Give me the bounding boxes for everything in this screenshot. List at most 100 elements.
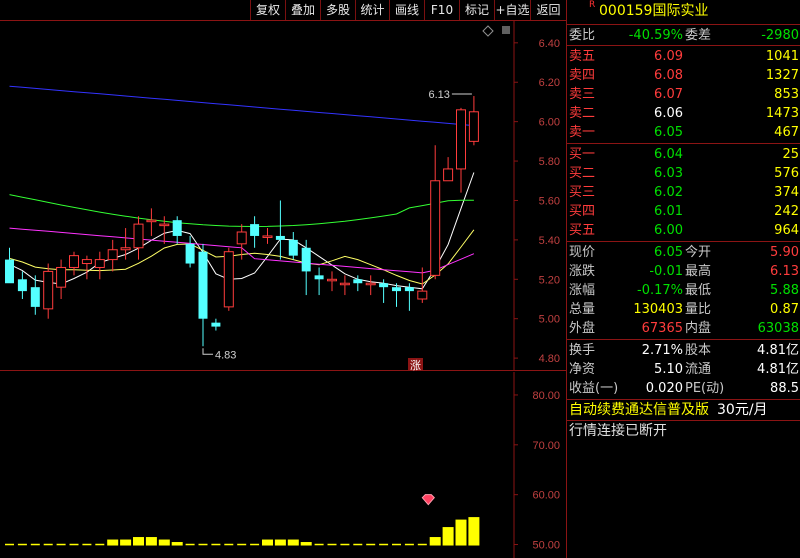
candle-body [392, 287, 401, 292]
toolbar-button-3[interactable]: 统计 [355, 0, 389, 20]
low-arrow [202, 348, 213, 355]
low-label: 4.83 [215, 349, 236, 361]
toolbar-button-1[interactable]: 叠加 [285, 0, 320, 20]
ratio-value: -40.59% [628, 28, 683, 43]
candle-body [339, 282, 350, 286]
candle [262, 228, 273, 244]
candle [288, 232, 298, 260]
candle [146, 208, 157, 236]
indicator-bar [120, 539, 132, 546]
order-ratio-row: 委比 -40.59% 委差 -2980 [567, 26, 800, 45]
candle-body [443, 168, 454, 182]
stat-label: 总量 [569, 302, 596, 317]
candle-body [107, 249, 118, 261]
toolbar-button-5[interactable]: F10 [424, 0, 459, 20]
toolbar-button-0[interactable]: 复权 [250, 0, 285, 20]
bid-row: 买四 6.01 242 [567, 202, 800, 221]
y-tick-label: 5.80 [539, 156, 560, 168]
stat-value: 5.88 [770, 283, 799, 298]
candle-body [314, 275, 324, 280]
toolbar-button-7[interactable]: +自选 [494, 0, 530, 20]
candle [223, 247, 234, 311]
signal-gem-icon [421, 494, 435, 506]
candle [211, 318, 221, 331]
ask-label: 卖一 [569, 125, 596, 140]
candle-body [223, 251, 234, 308]
bid-price: 6.00 [654, 223, 683, 238]
bid-label: 买三 [569, 185, 596, 200]
ask-row: 卖四 6.08 1327 [567, 66, 800, 85]
high-label: 6.13 [428, 89, 449, 101]
info-label: 收益(一) [569, 381, 619, 396]
indicator-bar [145, 537, 157, 546]
candle-body [69, 255, 79, 268]
stat-value: 6.13 [770, 264, 799, 279]
info-label: 流通 [685, 362, 712, 377]
candle [430, 145, 441, 280]
candle-body [327, 278, 337, 282]
ma-line-ma60 [9, 194, 474, 228]
stat-value: 130403 [633, 302, 683, 317]
indicator-bar [468, 517, 480, 546]
diff-label: 委差 [685, 28, 712, 43]
toolbar-button-8[interactable]: 返回 [530, 0, 566, 20]
candle-body [456, 109, 466, 170]
candle-body [5, 259, 14, 284]
ask-volume: 853 [774, 87, 799, 102]
indicator-bar [262, 539, 273, 546]
candle [56, 259, 67, 299]
candle [30, 275, 40, 315]
ask-volume: 1473 [765, 106, 799, 121]
ask-price: 6.09 [654, 49, 683, 64]
ask-label: 卖五 [569, 49, 596, 64]
candle [133, 216, 144, 260]
ask-label: 卖四 [569, 68, 596, 83]
bid-volume: 964 [774, 223, 799, 238]
limit-up-label: 涨 [410, 359, 421, 371]
diamond-icon [482, 25, 494, 37]
toolbar-button-2[interactable]: 多股 [320, 0, 355, 20]
candle [365, 275, 376, 296]
bid-price: 6.03 [654, 166, 683, 181]
bid-volume: 242 [774, 204, 799, 219]
candle-body [30, 287, 40, 307]
square-icon [502, 26, 510, 34]
candle-body [353, 279, 363, 284]
candle-body [468, 111, 479, 142]
candle [43, 263, 54, 319]
ask-row: 卖一 6.05 467 [567, 123, 800, 142]
bid-row: 买五 6.00 964 [567, 221, 800, 240]
candle [404, 283, 414, 311]
connection-status: 行情连接已断开 [569, 423, 667, 439]
candle-body [43, 270, 54, 310]
candle-body [120, 247, 131, 251]
stock-name: 国际实业 [652, 3, 709, 19]
divider [567, 339, 800, 340]
stat-row: 涨幅 -0.17% 最低 5.88 [567, 281, 800, 300]
info-row: 净资 5.10 流通 4.81亿 [567, 360, 800, 379]
candle-body [172, 220, 182, 236]
y-tick-label: 5.40 [539, 235, 560, 247]
bid-price: 6.04 [654, 147, 683, 162]
stat-value: 67365 [641, 321, 683, 336]
quote-panel: R 000159国际实业 委比 -40.59% 委差 -2980 卖五 6.09 1041 卖… [566, 0, 800, 558]
bid-row: 买一 6.04 25 [567, 145, 800, 164]
stat-value: 63038 [757, 321, 799, 336]
subscription-text: 自动续费通达信普及版 [569, 402, 709, 418]
bid-row: 买二 6.03 576 [567, 164, 800, 183]
y-tick-label: 6.00 [539, 117, 560, 129]
candle [339, 275, 350, 296]
toolbar-button-4[interactable]: 画线 [389, 0, 424, 20]
candle-body [430, 180, 441, 276]
indicator-bar [274, 539, 286, 546]
toolbar-button-6[interactable]: 标记 [459, 0, 494, 20]
subscription-banner[interactable]: 自动续费通达信普及版 30元/月 [569, 400, 768, 420]
stat-label: 最高 [685, 264, 712, 279]
ask-label: 卖三 [569, 87, 596, 102]
info-label: 净资 [569, 362, 596, 377]
stat-label: 量比 [685, 302, 712, 317]
stat-value: 0.87 [770, 302, 799, 317]
candle [172, 216, 182, 244]
chart-area: 6.40 6.20 6.00 5.80 5.60 5.40 5.20 5.00 4.80 6.13… [0, 21, 566, 558]
bid-label: 买四 [569, 204, 596, 219]
